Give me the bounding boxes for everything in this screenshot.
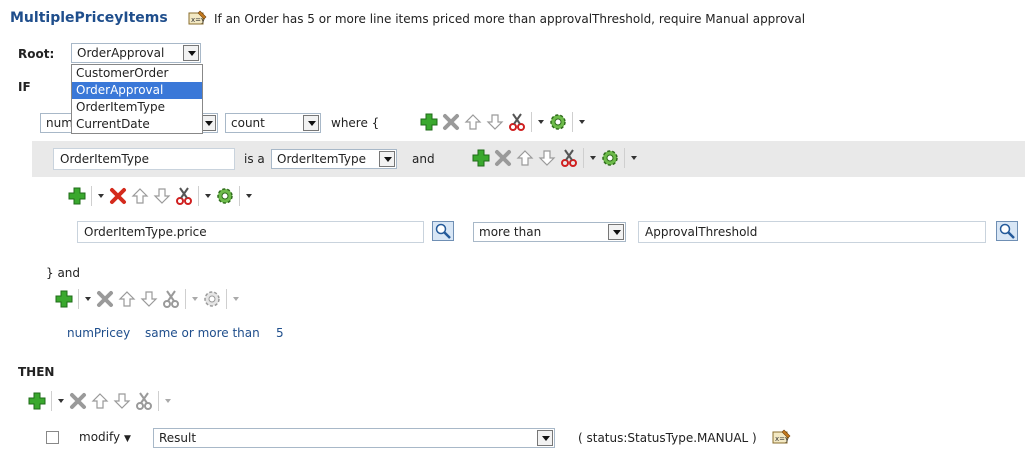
chevron-down-icon[interactable] (537, 430, 553, 446)
dropdown-option-order-item-type[interactable]: OrderItemType (72, 99, 202, 116)
action-toolbar (26, 390, 174, 412)
condition-operator-select[interactable]: more than (473, 222, 626, 242)
pattern-and-text: and (412, 152, 435, 166)
action-verb-label: modify (79, 430, 121, 444)
pattern-type-value: OrderItemType (277, 152, 366, 166)
cut-menu-dropdown-icon[interactable] (189, 291, 201, 307)
add-menu-dropdown-icon[interactable] (95, 188, 107, 204)
cut-icon[interactable] (558, 147, 580, 169)
test-operator-link[interactable]: same or more than (145, 326, 260, 340)
pattern-type-select[interactable]: OrderItemType (271, 149, 397, 169)
rule-title: MultiplePriceyItems (10, 10, 168, 26)
cut-icon[interactable] (506, 111, 528, 133)
test-toolbar (53, 288, 242, 310)
settings-gear-icon[interactable] (214, 185, 236, 207)
action-verb-menu[interactable]: modify ▼ (79, 430, 131, 444)
chevron-down-icon[interactable] (183, 45, 199, 61)
cut-menu-dropdown-icon[interactable] (162, 393, 174, 409)
where-text: where { (331, 116, 380, 130)
move-up-icon[interactable] (89, 390, 111, 412)
condition-left-input[interactable]: OrderItemType.price (77, 221, 424, 243)
then-label: THEN (18, 365, 55, 379)
add-icon[interactable] (26, 390, 48, 412)
move-up-icon[interactable] (514, 147, 536, 169)
move-down-icon[interactable] (138, 288, 160, 310)
root-label: Root: (18, 47, 55, 61)
dropdown-option-customer-order[interactable]: CustomerOrder (72, 65, 202, 82)
delete-icon[interactable] (440, 111, 462, 133)
add-icon[interactable] (66, 185, 88, 207)
delete-icon[interactable] (94, 288, 116, 310)
action-checkbox[interactable] (46, 431, 59, 444)
pattern-toolbar (470, 147, 640, 169)
condition-right-input[interactable]: ApprovalThreshold (638, 221, 986, 243)
aggregate-toolbar (418, 111, 588, 133)
cut-icon[interactable] (173, 185, 195, 207)
move-down-icon[interactable] (484, 111, 506, 133)
search-icon[interactable] (432, 221, 454, 241)
chevron-down-icon[interactable] (379, 151, 395, 167)
aggregate-variable-value: num (46, 116, 73, 130)
search-icon[interactable] (996, 221, 1018, 241)
move-down-icon[interactable] (536, 147, 558, 169)
settings-gear-icon[interactable] (599, 147, 621, 169)
test-variable-link[interactable]: numPricey (67, 326, 130, 340)
if-label: IF (18, 80, 31, 94)
dropdown-option-current-date[interactable]: CurrentDate (72, 116, 202, 133)
add-menu-dropdown-icon[interactable] (82, 291, 94, 307)
add-icon[interactable] (53, 288, 75, 310)
cut-menu-dropdown-icon[interactable] (202, 188, 214, 204)
settings-menu-dropdown-icon[interactable] (230, 291, 242, 307)
settings-menu-dropdown-icon[interactable] (628, 150, 640, 166)
action-target-select[interactable]: Result (153, 428, 555, 448)
chevron-down-icon[interactable] (303, 115, 319, 131)
delete-icon[interactable] (67, 390, 89, 412)
settings-gear-icon[interactable] (547, 111, 569, 133)
test-value-link[interactable]: 5 (276, 326, 284, 340)
rule-description: If an Order has 5 or more line items pri… (214, 12, 806, 26)
delete-icon[interactable] (492, 147, 514, 169)
dropdown-option-order-approval[interactable]: OrderApproval (72, 82, 202, 99)
close-brace-and-text: } and (46, 266, 81, 280)
expression-builder-icon[interactable]: x=y (772, 428, 792, 449)
is-a-text: is a (244, 152, 265, 166)
add-icon[interactable] (470, 147, 492, 169)
settings-menu-dropdown-icon[interactable] (576, 114, 588, 130)
expression-builder-icon[interactable]: x=y (188, 9, 208, 30)
move-up-icon[interactable] (116, 288, 138, 310)
cut-menu-dropdown-icon[interactable] (587, 150, 599, 166)
add-menu-dropdown-icon[interactable] (55, 393, 67, 409)
move-up-icon[interactable] (129, 185, 151, 207)
settings-gear-icon[interactable] (201, 288, 223, 310)
cut-icon[interactable] (133, 390, 155, 412)
action-params-text: ( status:StatusType.MANUAL ) (578, 431, 757, 445)
condition-toolbar (66, 185, 255, 207)
aggregate-function-value: count (231, 116, 265, 130)
aggregate-function-select[interactable]: count (225, 113, 321, 133)
move-down-icon[interactable] (151, 185, 173, 207)
move-up-icon[interactable] (462, 111, 484, 133)
root-select[interactable]: OrderApproval (71, 43, 201, 63)
condition-operator-value: more than (479, 225, 542, 239)
cut-icon[interactable] (160, 288, 182, 310)
pattern-variable-input[interactable]: OrderItemType (53, 148, 235, 170)
root-select-value: OrderApproval (77, 46, 165, 60)
root-dropdown-list[interactable]: CustomerOrder OrderApproval OrderItemTyp… (71, 64, 203, 134)
action-target-value: Result (159, 431, 197, 445)
cut-menu-dropdown-icon[interactable] (535, 114, 547, 130)
settings-menu-dropdown-icon[interactable] (243, 188, 255, 204)
delete-icon[interactable] (107, 185, 129, 207)
chevron-down-icon[interactable]: ▼ (124, 434, 131, 444)
chevron-down-icon[interactable] (608, 224, 624, 240)
add-icon[interactable] (418, 111, 440, 133)
move-down-icon[interactable] (111, 390, 133, 412)
